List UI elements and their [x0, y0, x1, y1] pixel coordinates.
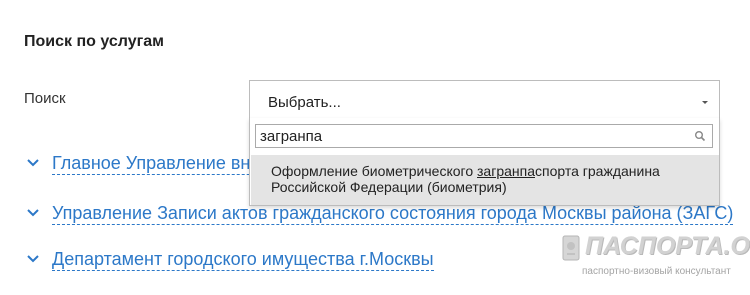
caret-down-icon [702, 101, 708, 104]
dropdown-option[interactable]: Оформление биометрического загранпаспорт… [251, 155, 719, 205]
option-text-after: спорта гражданина [535, 163, 660, 179]
search-icon [695, 131, 706, 142]
option-text-match: загранпа [477, 163, 535, 179]
watermark-title: ПАСПОРТА.ORG [585, 232, 750, 260]
dropdown-search-input[interactable] [256, 125, 690, 147]
chevron-down-icon [27, 255, 39, 263]
chevron-down-icon [27, 209, 39, 217]
chevron-down-icon [27, 159, 39, 167]
watermark: ПАСПОРТА.ORG паспортно-визовый консульта… [560, 230, 750, 282]
section-title: Поиск по услугам [24, 33, 164, 50]
department-item[interactable]: Департамент городского имущества г.Москв… [26, 246, 434, 272]
department-link[interactable]: Департамент городского имущества г.Москв… [52, 248, 434, 271]
select-value: Выбрать... [268, 94, 341, 111]
logo-icon [562, 235, 580, 261]
select-dropdown: Оформление биометрического загранпаспорт… [249, 118, 720, 206]
watermark-subtitle: паспортно-визовый консультант [582, 266, 731, 277]
dropdown-search-field[interactable] [255, 124, 713, 148]
option-text-line2: Российской Федерации (биометрия) [271, 179, 507, 195]
search-label: Поиск [24, 90, 66, 107]
option-text-before: Оформление биометрического [271, 163, 478, 179]
